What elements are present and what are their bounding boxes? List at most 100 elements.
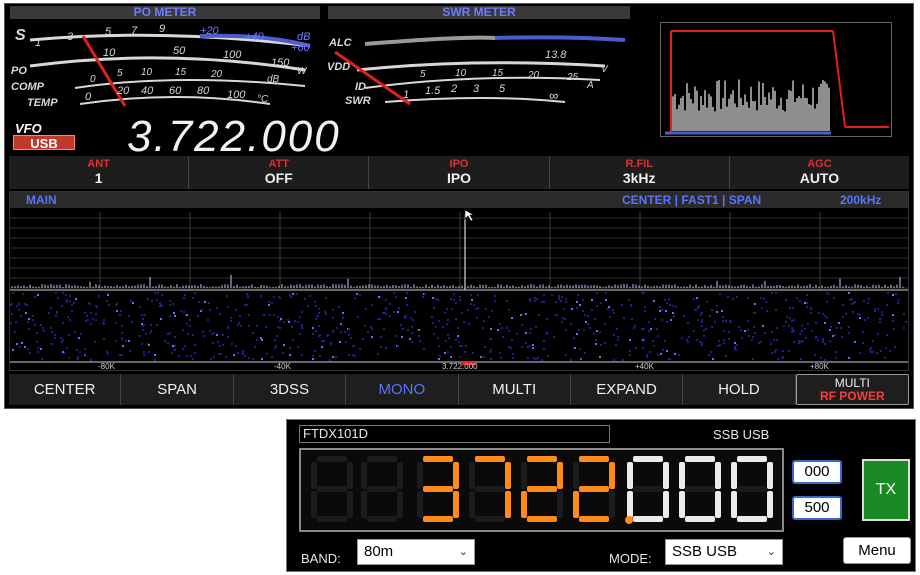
frequency-digit [521,456,563,522]
swr-tick-5: 5 [499,83,506,95]
frequency-digit [417,456,459,522]
vfo-frequency: 3.722.000 [127,112,341,161]
comp-unit-label: COMP [11,81,45,93]
id-unit-label: ID [355,81,366,93]
s-tick-plus60: +60 [291,42,311,54]
step-bottom-button[interactable]: 500 [792,496,842,520]
vdd-unit-v: V [601,64,609,75]
comp-tick-5: 5 [117,68,123,79]
s-tick-plus40: +40 [245,31,265,43]
radio-display: PO METER SWR METER S 1 3 5 7 9 +20 +40 d… [4,3,914,409]
scope-tick-minus80: -80K [98,362,116,370]
scope-span: 200kHz [840,193,882,207]
comp-tick-10: 10 [141,67,153,78]
frequency-decimal-point [625,516,633,524]
vdd-tick-13-8: 13.8 [545,49,567,61]
scope-settings: CENTER | FAST1 | SPAN [622,193,762,207]
mode-readout: SSB USB [713,427,770,442]
chevron-down-icon: ⌄ [766,546,776,558]
comp-unit-db: dB [267,74,280,85]
temp-tick-20: 20 [116,85,130,97]
vdd-unit-label: VDD [327,61,350,73]
swr-unit-label: SWR [345,95,371,107]
scope-title: MAIN [26,193,57,207]
po-unit-label: PO [11,65,27,77]
status-ipo-value: IPO [446,170,472,186]
temp-tick-60: 60 [169,85,182,97]
temp-unit-c: °C [257,94,269,105]
comp-tick-20: 20 [210,69,223,80]
s-tick-1: 1 [35,37,41,49]
swr-tick-3: 3 [473,83,480,95]
mode-select[interactable]: SSB USB ⌄ [665,539,783,565]
alc-unit-label: ALC [328,37,353,49]
id-tick-5: 5 [420,69,426,80]
vfo-mode-badge: USB [13,135,75,151]
frequency-ghost-digit [311,456,353,522]
status-ipo-label: IPO [449,158,469,170]
softkey-mono[interactable]: MONO [346,374,459,405]
chevron-down-icon: ⌄ [458,546,468,558]
s-tick-9: 9 [159,23,165,35]
band-label: BAND: [301,551,341,566]
status-bar: ANT 1 ATT OFF IPO IPO R.FIL 3kHz AGC AUTO [9,156,910,189]
softkey-multi-line2: RF POWER [819,389,885,403]
menu-button[interactable]: Menu [843,537,911,564]
swr-tick-infinity: ∞ [549,88,558,103]
mouse-cursor-icon [464,209,476,222]
s-tick-5: 5 [105,26,112,38]
status-ant-label: ANT [87,158,110,170]
po-tick-150: 150 [271,57,290,69]
status-rfil-label: R.FIL [625,158,653,170]
po-tick-50: 50 [173,45,186,57]
scope-tick-plus40: +40K [635,362,655,370]
status-agc-value: AUTO [799,170,840,186]
status-rfil[interactable]: R.FIL 3kHz [549,156,730,189]
step-top-button[interactable]: 000 [792,460,842,484]
s-tick-plus20: +20 [200,25,220,37]
temp-tick-100: 100 [227,89,246,101]
softkey-bar: CENTER SPAN 3DSS MONO MULTI EXPAND HOLD … [9,374,909,405]
frequency-display[interactable] [299,448,784,532]
comp-tick-0: 0 [90,74,96,85]
softkey-span[interactable]: SPAN [121,374,234,405]
status-att[interactable]: ATT OFF [189,156,370,189]
status-agc[interactable]: AGC AUTO [729,156,910,189]
softkey-expand[interactable]: EXPAND [570,374,684,405]
frequency-digit [573,456,615,522]
po-tick-100: 100 [223,49,242,61]
temp-tick-40: 40 [141,85,154,97]
tx-button[interactable]: TX [862,459,910,521]
id-tick-10: 10 [455,68,467,79]
s-unit-label: S [15,27,26,44]
status-ant[interactable]: ANT 1 [9,156,190,189]
mode-label: MODE: [609,551,652,566]
swr-tick-1-5: 1.5 [425,85,441,97]
id-tick-15: 15 [492,68,504,79]
band-select[interactable]: 80m ⌄ [357,539,475,565]
softkey-multi[interactable]: MULTI [458,374,571,405]
scope-plot: -80K -40K 3.722.000 +40K +80K [10,209,908,370]
softkey-multi-rf-power[interactable]: MULTI RF POWER [795,374,909,405]
s-tick-7: 7 [131,25,138,37]
control-panel: FTDX101D SSB USB 000 500 TX Menu BAND: 8… [286,419,916,572]
temp-tick-80: 80 [197,85,210,97]
softkey-hold[interactable]: HOLD [683,374,796,405]
frequency-ghost-digit [361,456,403,522]
s-tick-3: 3 [67,31,74,43]
status-agc-label: AGC [807,158,832,170]
softkey-center[interactable]: CENTER [9,374,122,405]
status-ipo[interactable]: IPO IPO [369,156,550,189]
id-tick-20: 20 [527,70,540,81]
spectrum-scope[interactable]: MAIN CENTER | FAST1 | SPAN 200kHz -80K -… [9,191,909,371]
softkey-3dss[interactable]: 3DSS [233,374,347,405]
temp-tick-0: 0 [85,91,92,103]
swr-tick-1: 1 [403,89,409,101]
model-name-field: FTDX101D [299,425,610,443]
scope-header: MAIN CENTER | FAST1 | SPAN 200kHz [10,192,908,208]
status-rfil-value: 3kHz [622,170,656,186]
scope-tick-minus40: -40K [274,362,292,370]
comp-tick-15: 15 [175,67,187,78]
po-tick-10: 10 [103,47,116,59]
mini-scope [660,22,892,137]
